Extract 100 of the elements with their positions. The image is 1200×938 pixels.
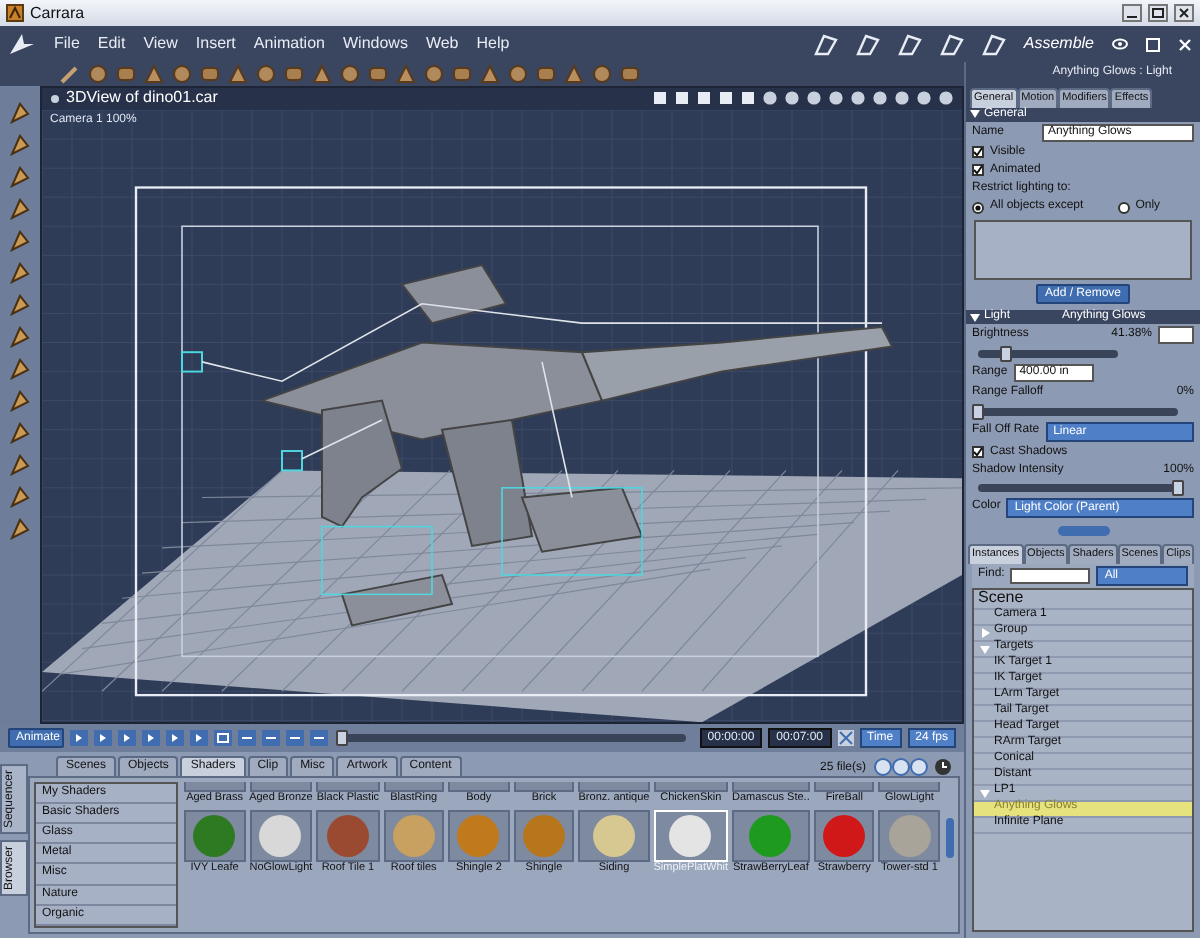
window-title: Carrara — [30, 3, 85, 23]
tool-icon[interactable] — [8, 261, 32, 284]
color-swatch[interactable] — [1158, 326, 1194, 345]
checkbox[interactable] — [972, 446, 984, 459]
menu-item[interactable]: File — [54, 34, 80, 54]
menu-item[interactable]: Help — [476, 34, 510, 54]
object-icon[interactable] — [452, 63, 472, 84]
collapse-icon[interactable] — [50, 93, 60, 104]
shader-thumbnail[interactable] — [732, 810, 810, 863]
tool-icon[interactable] — [8, 421, 32, 444]
transport-icon[interactable] — [166, 729, 184, 746]
object-icon[interactable] — [256, 63, 276, 84]
tool-icon[interactable] — [8, 517, 32, 540]
tool-icon[interactable] — [8, 101, 32, 124]
object-icon[interactable] — [508, 63, 528, 84]
menu-item[interactable]: Animation — [253, 34, 325, 54]
radio-button[interactable] — [972, 201, 984, 214]
shader-thumbnail[interactable] — [878, 810, 940, 863]
object-icon[interactable] — [620, 63, 640, 84]
key-icon[interactable] — [262, 729, 280, 746]
menu-item[interactable]: Web — [425, 34, 459, 54]
tool-icon[interactable] — [8, 325, 32, 348]
menu-item[interactable]: Edit — [97, 34, 126, 54]
shader-thumbnail[interactable] — [513, 810, 575, 863]
shader-thumbnail[interactable] — [578, 810, 650, 863]
tool-icon[interactable] — [8, 453, 32, 476]
logo-icon[interactable] — [8, 32, 36, 56]
room-icon[interactable] — [939, 33, 964, 55]
view-title: 3DView of dino01.car — [66, 88, 218, 109]
transport-icon[interactable] — [94, 729, 112, 746]
shader-thumbnail[interactable] — [448, 810, 510, 863]
object-icon[interactable] — [312, 63, 332, 84]
scrollbar[interactable] — [946, 817, 954, 858]
room-icon[interactable] — [897, 33, 922, 55]
transport-icon[interactable] — [70, 729, 88, 746]
find-field[interactable] — [1010, 567, 1091, 583]
tool-icon[interactable] — [8, 357, 32, 380]
thumbnail-frame — [578, 781, 650, 792]
tool-icon[interactable] — [8, 165, 32, 188]
object-icon[interactable] — [368, 63, 388, 84]
object-list[interactable] — [974, 220, 1192, 281]
object-icon[interactable] — [144, 63, 164, 84]
tool-icon[interactable] — [8, 229, 32, 252]
room-icon[interactable] — [855, 33, 880, 55]
shader-thumbnail[interactable] — [184, 810, 246, 863]
menu-item[interactable]: Windows — [342, 34, 408, 54]
checkbox[interactable] — [972, 164, 984, 177]
time-slider-thumb[interactable] — [336, 729, 348, 746]
thumbnail-frame — [316, 781, 380, 792]
object-icon[interactable] — [536, 63, 556, 84]
slider-thumb[interactable] — [972, 403, 984, 420]
object-icon[interactable] — [564, 63, 584, 84]
object-icon[interactable] — [480, 63, 500, 84]
screen-icon[interactable] — [214, 729, 232, 746]
slider-thumb[interactable] — [1172, 479, 1184, 496]
key-icon[interactable] — [286, 729, 304, 746]
shader-thumbnail[interactable] — [316, 810, 380, 863]
thumbnail-frame — [249, 781, 313, 792]
wand-icon[interactable] — [60, 63, 80, 84]
transport-icon[interactable] — [118, 729, 136, 746]
menu-item[interactable]: Insert — [195, 34, 236, 54]
thumbnail-frame — [448, 781, 510, 792]
object-icon[interactable] — [172, 63, 192, 84]
room-icon[interactable] — [813, 33, 838, 55]
maximize-icon[interactable] — [1148, 4, 1168, 22]
minimize-icon[interactable] — [1122, 4, 1142, 22]
clock-icon[interactable] — [934, 757, 952, 776]
radio-button[interactable] — [1117, 201, 1130, 214]
eye-icon[interactable] — [1112, 38, 1128, 50]
shader-thumbnail[interactable] — [813, 810, 875, 863]
shader-thumbnail[interactable] — [383, 810, 445, 863]
checkbox[interactable] — [972, 146, 984, 159]
thumbnail-frame — [878, 781, 940, 792]
object-icon[interactable] — [228, 63, 248, 84]
key-icon[interactable] — [238, 729, 256, 746]
tool-icon[interactable] — [8, 485, 32, 508]
key-icon[interactable] — [310, 729, 328, 746]
shader-thumbnail[interactable] — [249, 810, 313, 863]
tool-icon[interactable] — [8, 389, 32, 412]
tool-icon[interactable] — [8, 133, 32, 156]
expanded-icon[interactable] — [970, 313, 980, 322]
tool-icon[interactable] — [8, 197, 32, 220]
object-icon[interactable] — [284, 63, 304, 84]
object-icon[interactable] — [396, 63, 416, 84]
object-icon[interactable] — [200, 63, 220, 84]
object-icon[interactable] — [340, 63, 360, 84]
tool-icon[interactable] — [8, 293, 32, 316]
transport-icon[interactable] — [142, 729, 160, 746]
object-icon[interactable] — [424, 63, 444, 84]
object-icon[interactable] — [116, 63, 136, 84]
menu-item[interactable]: View — [143, 34, 178, 54]
slider-thumb[interactable] — [1000, 346, 1012, 363]
window-icon[interactable] — [1146, 37, 1160, 51]
close-icon[interactable] — [1174, 4, 1194, 22]
transport-icon[interactable] — [190, 729, 208, 746]
object-icon[interactable] — [592, 63, 612, 84]
object-icon[interactable] — [88, 63, 108, 84]
thumbnail-frame — [383, 781, 445, 792]
room-icon[interactable] — [981, 33, 1006, 55]
room-label: Assemble — [1023, 34, 1094, 54]
